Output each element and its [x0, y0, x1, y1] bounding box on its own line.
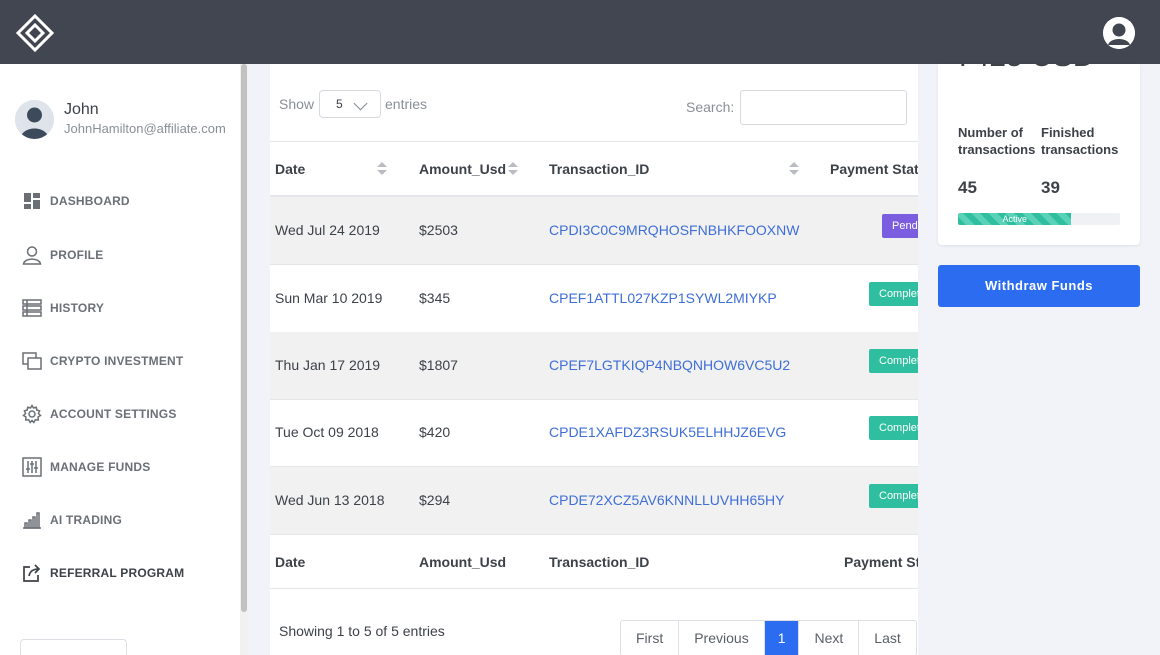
nav-crypto-investment[interactable]: CRYPTO INVESTMENT	[20, 346, 235, 376]
sliders-icon	[20, 455, 44, 479]
cell-amount: $420	[419, 424, 451, 440]
pagination-first[interactable]: First	[621, 621, 680, 655]
page-size-value: 5	[336, 97, 343, 111]
nav-label: AI TRADING	[50, 513, 122, 527]
nav-dashboard[interactable]: DASHBOARD	[20, 186, 235, 216]
sidebar-bottom-button[interactable]	[20, 639, 127, 655]
status-badge: Complete	[869, 349, 918, 373]
column-header-transaction-id[interactable]: Transaction_ID	[549, 142, 649, 196]
pagination: First Previous 1 Next Last	[620, 620, 917, 655]
chevron-down-icon	[353, 96, 368, 111]
list-icon	[20, 296, 44, 320]
withdraw-funds-button[interactable]: Withdraw Funds	[938, 265, 1140, 307]
nav-label: CRYPTO INVESTMENT	[50, 354, 184, 368]
column-header-amount[interactable]: Amount_Usd	[419, 142, 506, 196]
nav-history[interactable]: HISTORY	[20, 293, 235, 323]
main-content: Show 5 entries Search: Date Amount_Usd T…	[248, 64, 938, 655]
share-icon	[20, 561, 44, 585]
cell-transaction-id-link[interactable]: CPEF7LGTKIQP4NBQNHOW6VC5U2	[549, 332, 790, 399]
gear-icon	[20, 402, 44, 426]
column-header-payment-status[interactable]: Payment Status	[830, 142, 918, 196]
footer-header-amount: Amount_Usd	[419, 554, 507, 570]
cell-transaction-id-link[interactable]: CPDE72XCZ5AV6KNNLLUVHH65HY	[549, 467, 785, 534]
page-size-select[interactable]: 5	[319, 90, 381, 118]
status-badge: Complete	[869, 484, 918, 508]
entries-label: entries	[385, 96, 428, 112]
sort-icon[interactable]	[789, 162, 799, 176]
table-row: Wed Jun 13 2018 $294 CPDE72XCZ5AV6KNNLLU…	[270, 467, 918, 535]
nav-referral-program[interactable]: REFERRAL PROGRAM	[20, 558, 235, 588]
cell-date: Thu Jan 17 2019	[275, 357, 381, 373]
nav-ai-trading[interactable]: AI TRADING	[20, 505, 235, 535]
pagination-previous[interactable]: Previous	[679, 621, 765, 655]
num-transactions-label: Number of transactions	[958, 125, 1036, 157]
table-row: Sun Mar 10 2019 $345 CPEF1ATTL027KZP1SYW…	[270, 265, 918, 333]
status-badge: Complete	[869, 282, 918, 306]
bar-chart-icon	[20, 508, 44, 532]
pagination-last[interactable]: Last	[859, 621, 916, 655]
table-row: Tue Oct 09 2018 $420 CPDE1XAFDZ3RSUK5ELH…	[270, 399, 918, 467]
balance-value: 7425 USD	[956, 64, 1094, 74]
status-badge: Complete	[869, 416, 918, 440]
cell-date: Wed Jun 13 2018	[275, 492, 385, 508]
account-avatar-icon[interactable]	[1103, 17, 1135, 49]
sort-icon[interactable]	[377, 162, 387, 176]
sort-icon[interactable]	[508, 162, 518, 176]
footer-header-date: Date	[275, 554, 306, 570]
cell-amount: $294	[419, 492, 451, 508]
cell-transaction-id-link[interactable]: CPEF1ATTL027KZP1SYWL2MIYKP	[549, 265, 777, 332]
user-email: JohnHamilton@affiliate.com	[64, 121, 226, 136]
nav-manage-funds[interactable]: MANAGE FUNDS	[20, 452, 235, 482]
nav-label: DASHBOARD	[50, 194, 130, 208]
cell-amount: $1807	[419, 357, 458, 373]
finished-transactions-value: 39	[1041, 178, 1060, 197]
footer-header-transaction-id: Transaction_ID	[549, 554, 650, 570]
show-label: Show	[279, 96, 315, 112]
nav-profile[interactable]: PROFILE	[20, 240, 235, 270]
cell-amount: $2503	[419, 222, 458, 238]
table-info: Showing 1 to 5 of 5 entries	[279, 623, 445, 639]
table-row: Thu Jan 17 2019 $1807 CPEF7LGTKIQP4NBQNH…	[270, 332, 918, 400]
column-header-date[interactable]: Date	[275, 142, 305, 196]
search-input[interactable]	[740, 90, 907, 125]
copy-icon	[20, 349, 44, 373]
search-label: Search:	[686, 99, 735, 115]
progress-label: Active	[1002, 214, 1027, 224]
summary-panel: 7425 USD Number of transactions Finished…	[938, 64, 1140, 245]
cell-amount: $345	[419, 290, 451, 306]
nav-account-settings[interactable]: ACCOUNT SETTINGS	[20, 399, 235, 429]
cell-transaction-id-link[interactable]: CPDE1XAFDZ3RSUK5ELHHJZ6EVG	[549, 399, 786, 466]
table-footer: Date Amount_Usd Transaction_ID Payment S…	[270, 534, 918, 589]
user-avatar	[15, 100, 54, 139]
table-row: Wed Jul 24 2019 $2503 CPDI3C0C9MRQHOSFNB…	[270, 197, 918, 265]
nav-label: ACCOUNT SETTINGS	[50, 407, 177, 421]
nav-label: PROFILE	[50, 248, 104, 262]
nav-label: REFERRAL PROGRAM	[50, 566, 185, 580]
progress-bar: Active	[958, 213, 1120, 225]
cell-date: Tue Oct 09 2018	[275, 424, 379, 440]
transactions-card: Show 5 entries Search: Date Amount_Usd T…	[270, 64, 918, 655]
dashboard-icon	[20, 189, 44, 213]
cell-transaction-id-link[interactable]: CPDI3C0C9MRQHOSFNBHKFOOXNW	[549, 197, 799, 264]
num-transactions-value: 45	[958, 178, 977, 197]
cell-date: Wed Jul 24 2019	[275, 222, 380, 238]
status-badge: Pending	[882, 214, 918, 238]
sidebar: John JohnHamilton@affiliate.com DASHBOAR…	[0, 64, 248, 655]
logo-icon[interactable]	[15, 13, 55, 53]
user-name: John	[64, 101, 99, 118]
finished-transactions-label: Finished transactions	[1041, 125, 1119, 157]
table-header: Date Amount_Usd Transaction_ID Payment S…	[270, 141, 918, 197]
top-bar	[0, 0, 1160, 64]
pagination-page-1[interactable]: 1	[764, 621, 800, 655]
user-icon	[20, 243, 44, 267]
sidebar-scrollbar[interactable]	[240, 64, 248, 655]
pagination-next[interactable]: Next	[799, 621, 860, 655]
nav-label: MANAGE FUNDS	[50, 460, 151, 474]
cell-date: Sun Mar 10 2019	[275, 290, 383, 306]
footer-header-payment-status: Payment Status	[844, 554, 918, 570]
sidebar-scrollbar-thumb[interactable]	[241, 64, 247, 612]
nav-label: HISTORY	[50, 301, 105, 315]
